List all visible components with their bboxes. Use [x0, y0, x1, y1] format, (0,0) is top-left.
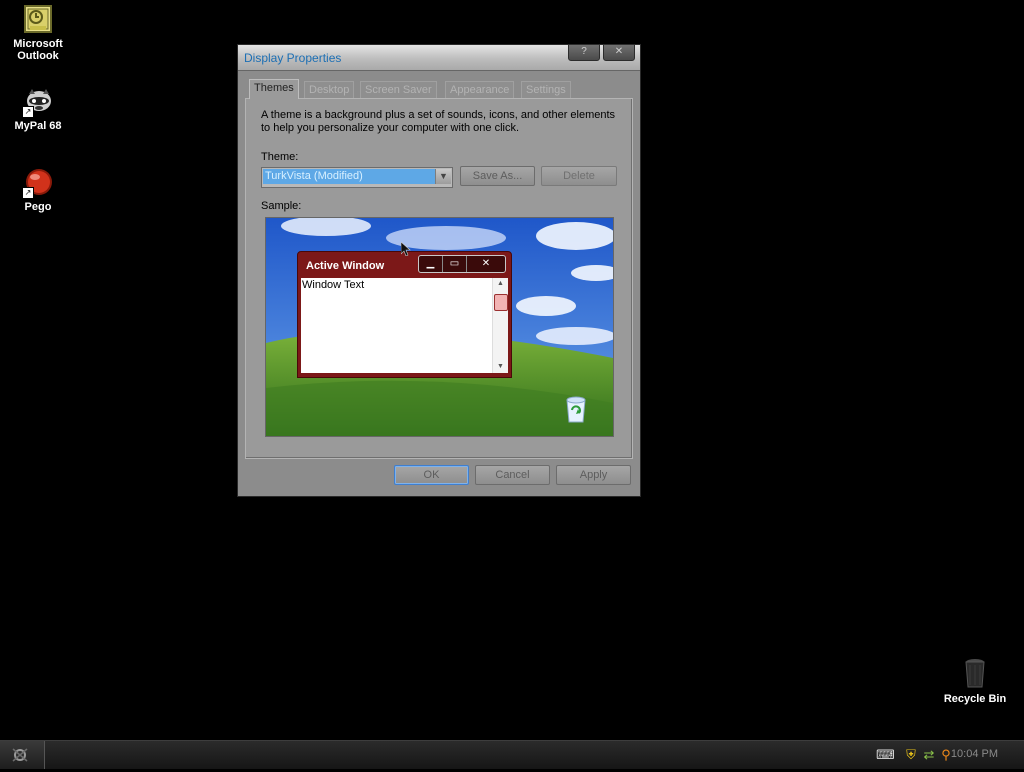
themes-panel: A theme is a background plus a set of so… — [245, 98, 633, 459]
desktop-icon-mypal[interactable]: ↗ MyPal 68 — [0, 86, 76, 132]
tab-desktop[interactable]: Desktop — [304, 81, 355, 99]
desktop-icon-outlook[interactable]: Microsoft Outlook — [0, 4, 76, 62]
sample-label: Sample: — [261, 200, 302, 212]
shortcut-arrow-icon: ↗ — [22, 106, 34, 118]
desktop-icon-label: MyPal 68 — [14, 120, 62, 132]
mouse-cursor-icon — [400, 241, 411, 257]
cancel-button[interactable]: Cancel — [475, 465, 550, 485]
window-titlebar[interactable]: Display Properties ? ✕ — [238, 44, 640, 71]
sample-recycle-bin-icon — [561, 394, 591, 426]
sample-scrollbar: ▲ ▼ — [492, 278, 508, 373]
sample-window-controls: ▁ ▭ ✕ — [418, 255, 506, 273]
help-button[interactable]: ? — [568, 44, 600, 61]
delete-button[interactable]: Delete — [541, 166, 617, 186]
scroll-down-icon: ▼ — [497, 363, 504, 370]
start-button[interactable] — [0, 741, 45, 769]
shortcut-arrow-icon: ↗ — [22, 187, 34, 199]
system-tray: ⌨ ⛨ ⇄ ⚲ 10:04 PM — [874, 741, 1024, 769]
security-shield-icon[interactable]: ⛨ — [903, 747, 919, 763]
theme-description: A theme is a background plus a set of so… — [261, 109, 616, 134]
desktop-icon-label: Microsoft Outlook — [13, 38, 63, 62]
tab-settings[interactable]: Settings — [521, 81, 571, 99]
theme-dropdown[interactable]: TurkVista (Modified) ▼ — [261, 167, 453, 188]
start-orb-icon — [12, 748, 28, 762]
window-title: Display Properties — [244, 51, 342, 65]
scroll-thumb — [494, 294, 508, 311]
window-client-area: Themes Desktop Screen Saver Appearance S… — [238, 71, 640, 496]
network-icon[interactable]: ⇄ — [921, 747, 937, 763]
tab-screen-saver[interactable]: Screen Saver — [360, 81, 437, 99]
sample-window-body: Window Text ▲ ▼ — [301, 278, 508, 373]
recycle-bin-icon — [959, 657, 991, 689]
sample-window-text: Window Text — [302, 279, 365, 291]
theme-sample-preview: Active Window ▁ ▭ ✕ Window Text ▲ ▼ — [265, 217, 614, 437]
theme-dropdown-value: TurkVista (Modified) — [263, 169, 435, 184]
sample-active-window: Active Window ▁ ▭ ✕ Window Text ▲ ▼ — [297, 251, 512, 378]
display-properties-window[interactable]: Display Properties ? ✕ Themes Desktop Sc… — [237, 44, 641, 497]
chevron-down-icon[interactable]: ▼ — [435, 169, 451, 184]
desktop-icon-recycle-bin[interactable]: Recycle Bin — [940, 657, 1010, 705]
save-as-button[interactable]: Save As... — [460, 166, 535, 186]
clock[interactable]: 10:04 PM — [951, 748, 998, 760]
sample-window-title: Active Window — [306, 260, 385, 272]
desktop-icon-label: Pego — [24, 201, 52, 213]
outlook-icon — [22, 4, 54, 36]
taskbar: ⌨ ⛨ ⇄ ⚲ 10:04 PM — [0, 740, 1024, 769]
tab-themes[interactable]: Themes — [249, 79, 299, 99]
keyboard-icon[interactable]: ⌨ — [876, 747, 895, 763]
close-icon: ✕ — [481, 258, 491, 269]
scroll-up-icon: ▲ — [497, 280, 504, 287]
mypal-raccoon-icon: ↗ — [22, 86, 54, 118]
ok-button[interactable]: OK — [394, 465, 469, 485]
desktop-icon-pego[interactable]: ↗ Pego — [0, 167, 76, 213]
pego-red-ball-icon: ↗ — [22, 167, 54, 199]
maximize-icon: ▭ — [443, 256, 467, 272]
recycle-bin-label: Recycle Bin — [943, 693, 1007, 705]
minimize-icon: ▁ — [419, 256, 443, 272]
apply-button[interactable]: Apply — [556, 465, 631, 485]
theme-label: Theme: — [261, 151, 299, 163]
tab-appearance[interactable]: Appearance — [445, 81, 515, 99]
close-button[interactable]: ✕ — [603, 44, 635, 61]
